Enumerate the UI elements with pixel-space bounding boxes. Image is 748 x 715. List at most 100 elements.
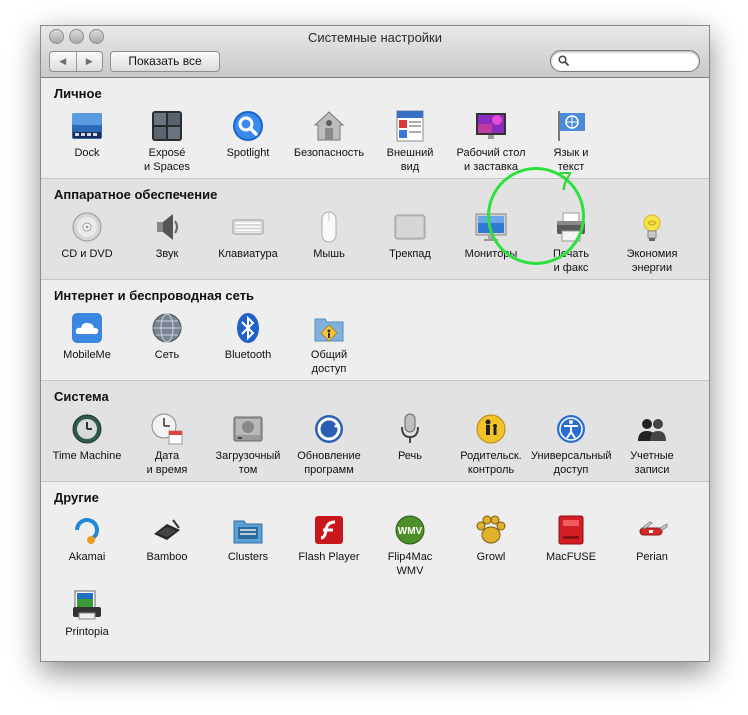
printopia-icon bbox=[71, 589, 103, 621]
universal-access-icon bbox=[555, 413, 587, 445]
svg-text:WMV: WMV bbox=[398, 526, 423, 537]
pane-perian[interactable]: Perian bbox=[612, 514, 692, 564]
section-title: Личное bbox=[54, 86, 102, 101]
system-preferences-window: Системные настройки ◀ ▶ Показать все Лич… bbox=[40, 25, 710, 662]
pane-appearance[interactable]: Внешний вид bbox=[370, 110, 450, 174]
navigation-buttons: ◀ ▶ bbox=[49, 51, 103, 72]
pane-parental-controls[interactable]: Родительск. контроль bbox=[451, 413, 531, 477]
pane-label: Spotlight bbox=[226, 147, 270, 159]
time-machine-icon bbox=[71, 413, 103, 445]
pane-software-update[interactable]: Обновление программ bbox=[289, 413, 369, 477]
bamboo-tablet-icon bbox=[151, 514, 183, 546]
macfuse-icon bbox=[555, 514, 587, 546]
pane-label: Time Machine bbox=[52, 450, 122, 462]
pane-label: Учетные записи bbox=[630, 450, 674, 476]
pane-trackpad[interactable]: Трекпад bbox=[370, 211, 450, 261]
pane-network[interactable]: Сеть bbox=[127, 312, 207, 362]
back-button[interactable]: ◀ bbox=[50, 52, 76, 71]
search-input[interactable] bbox=[573, 53, 695, 70]
pane-label: Безопасность bbox=[293, 147, 365, 159]
forward-button[interactable]: ▶ bbox=[75, 52, 103, 71]
pane-sound[interactable]: Звук bbox=[127, 211, 207, 261]
flip4mac-wmv-icon: WMV bbox=[394, 514, 426, 546]
perian-knife-icon bbox=[636, 514, 668, 546]
pane-label: Flash Player bbox=[298, 551, 360, 563]
pane-label: Perian bbox=[636, 551, 668, 563]
pane-startup-disk[interactable]: Загрузочный том bbox=[208, 413, 288, 477]
pane-accounts[interactable]: Учетные записи bbox=[612, 413, 692, 477]
pane-mouse[interactable]: Мышь bbox=[289, 211, 369, 261]
pane-macfuse[interactable]: MacFUSE bbox=[531, 514, 611, 564]
pane-keyboard[interactable]: Клавиатура bbox=[208, 211, 288, 261]
printer-icon bbox=[555, 211, 587, 243]
pane-cd-dvd[interactable]: CD и DVD bbox=[47, 211, 127, 261]
pane-security[interactable]: Безопасность bbox=[289, 110, 369, 160]
pane-label: Printopia bbox=[65, 626, 109, 638]
pane-print-fax[interactable]: Печать и факс bbox=[531, 211, 611, 275]
pane-displays[interactable]: Мониторы bbox=[451, 211, 531, 261]
pane-spotlight[interactable]: Spotlight bbox=[208, 110, 288, 160]
mouse-icon bbox=[313, 211, 345, 243]
pane-label: Обновление программ bbox=[297, 450, 361, 476]
pane-label: Мониторы bbox=[464, 248, 518, 260]
pane-label: Сеть bbox=[154, 349, 180, 361]
section-title: Интернет и беспроводная сеть bbox=[54, 288, 255, 303]
pane-label: Bluetooth bbox=[224, 349, 272, 361]
pane-language-text[interactable]: Язык и текст bbox=[531, 110, 611, 174]
pane-energy-saver[interactable]: Экономия энергии bbox=[612, 211, 692, 275]
display-icon bbox=[475, 211, 507, 243]
search-field[interactable] bbox=[550, 50, 700, 72]
pane-bamboo[interactable]: Bamboo bbox=[127, 514, 207, 564]
pane-label: MacFUSE bbox=[545, 551, 597, 563]
spotlight-icon bbox=[232, 110, 264, 142]
growl-paw-icon bbox=[475, 514, 507, 546]
show-all-button[interactable]: Показать все bbox=[110, 51, 220, 72]
pane-label: Рабочий стол и заставка bbox=[456, 147, 526, 173]
pane-date-time[interactable]: Дата и время bbox=[127, 413, 207, 477]
pane-label: Clusters bbox=[227, 551, 269, 563]
hard-disk-icon bbox=[232, 413, 264, 445]
pane-label: Дата и время bbox=[146, 450, 188, 476]
pane-label: Bamboo bbox=[146, 551, 188, 563]
dock-icon bbox=[71, 110, 103, 142]
pane-label: Загрузочный том bbox=[215, 450, 281, 476]
flash-player-icon bbox=[313, 514, 345, 546]
pane-universal-access[interactable]: Универсальный доступ bbox=[531, 413, 612, 477]
pane-label: Growl bbox=[476, 551, 506, 563]
pane-mobileme[interactable]: MobileMe bbox=[47, 312, 127, 362]
pane-label: Экономия энергии bbox=[626, 248, 678, 274]
pane-label: Flip4Mac WMV bbox=[387, 551, 433, 577]
pane-label: Akamai bbox=[68, 551, 106, 563]
pane-bluetooth[interactable]: Bluetooth bbox=[208, 312, 288, 362]
pane-dock[interactable]: Dock bbox=[47, 110, 127, 160]
pane-label: Универсальный доступ bbox=[531, 450, 612, 476]
pane-label: Мышь bbox=[313, 248, 345, 260]
appearance-icon bbox=[394, 110, 426, 142]
pane-label: Трекпад bbox=[389, 248, 431, 260]
pane-sharing[interactable]: Общий доступ bbox=[289, 312, 369, 376]
section-title: Аппаратное обеспечение bbox=[54, 187, 218, 202]
pane-label: Родительск. контроль bbox=[460, 450, 522, 476]
section-personal: Личное Dock Exposé и Spaces Spotlight Бе… bbox=[41, 78, 709, 179]
pane-label: Dock bbox=[74, 147, 100, 159]
section-hardware: Аппаратное обеспечение CD и DVD Звук Кла… bbox=[41, 179, 709, 280]
pane-label: Звук bbox=[155, 248, 179, 260]
pane-growl[interactable]: Growl bbox=[451, 514, 531, 564]
pane-speech[interactable]: Речь bbox=[370, 413, 450, 463]
clusters-icon bbox=[232, 514, 264, 546]
speaker-icon bbox=[151, 211, 183, 243]
search-icon bbox=[558, 55, 569, 66]
pane-akamai[interactable]: Akamai bbox=[47, 514, 127, 564]
pane-clusters[interactable]: Clusters bbox=[208, 514, 288, 564]
pane-expose-spaces[interactable]: Exposé и Spaces bbox=[127, 110, 207, 174]
language-flag-icon bbox=[555, 110, 587, 142]
pane-desktop-screensaver[interactable]: Рабочий стол и заставка bbox=[451, 110, 531, 174]
pane-flip4mac-wmv[interactable]: WMV Flip4Mac WMV bbox=[370, 514, 450, 578]
desktop-screensaver-icon bbox=[475, 110, 507, 142]
window-title: Системные настройки bbox=[307, 30, 443, 45]
pane-flash-player[interactable]: Flash Player bbox=[289, 514, 369, 564]
pane-label: Клавиатура bbox=[218, 248, 278, 260]
annotation-step-number: 7 bbox=[558, 166, 573, 196]
pane-time-machine[interactable]: Time Machine bbox=[47, 413, 127, 463]
pane-printopia[interactable]: Printopia bbox=[47, 589, 127, 639]
